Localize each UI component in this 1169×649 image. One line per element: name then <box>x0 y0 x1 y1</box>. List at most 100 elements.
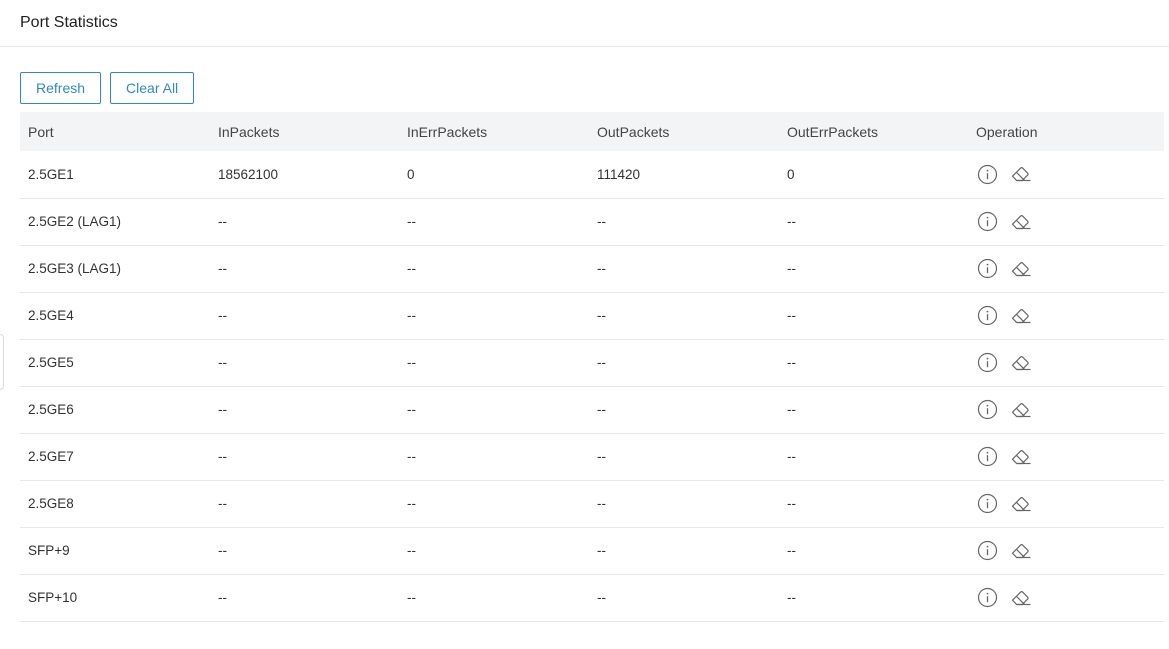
eraser-icon[interactable] <box>1010 163 1032 185</box>
table-row: 2.5GE6 -- -- -- -- <box>20 386 1164 434</box>
cell-port: 2.5GE3 (LAG1) <box>20 245 210 293</box>
column-header-outpackets: OutPackets <box>589 112 779 151</box>
table-header-row: Port InPackets InErrPackets OutPackets O… <box>20 112 1164 151</box>
cell-port: 2.5GE4 <box>20 292 210 340</box>
cell-inpackets: -- <box>210 245 399 293</box>
eraser-icon[interactable] <box>1010 305 1032 327</box>
cell-inerrpackets: -- <box>399 527 589 575</box>
cell-inerrpackets: -- <box>399 386 589 434</box>
cell-inpackets: -- <box>210 386 399 434</box>
info-icon[interactable] <box>976 163 998 185</box>
page-header: Port Statistics <box>0 0 1169 47</box>
cell-inerrpackets: -- <box>399 245 589 293</box>
cell-inerrpackets: -- <box>399 292 589 340</box>
table-row: 2.5GE3 (LAG1) -- -- -- -- <box>20 245 1164 293</box>
column-header-outerrpackets: OutErrPackets <box>779 112 968 151</box>
cell-outerrpackets: 0 <box>779 151 968 199</box>
cell-port: 2.5GE6 <box>20 386 210 434</box>
eraser-icon[interactable] <box>1010 540 1032 562</box>
page-title: Port Statistics <box>20 14 118 31</box>
cell-inerrpackets: -- <box>399 339 589 387</box>
side-collapse-handle[interactable] <box>0 334 4 390</box>
cell-inerrpackets: -- <box>399 198 589 246</box>
refresh-button[interactable]: Refresh <box>20 72 102 104</box>
cell-inpackets: -- <box>210 339 399 387</box>
cell-operation <box>968 386 1164 434</box>
info-icon[interactable] <box>976 352 998 374</box>
cell-outpackets: -- <box>589 574 779 622</box>
cell-operation <box>968 292 1164 340</box>
cell-outpackets: -- <box>589 292 779 340</box>
eraser-icon[interactable] <box>1010 258 1032 280</box>
info-icon[interactable] <box>976 493 998 515</box>
cell-inerrpackets: -- <box>399 433 589 481</box>
cell-port: 2.5GE2 (LAG1) <box>20 198 210 246</box>
cell-port: 2.5GE8 <box>20 480 210 528</box>
cell-port: SFP+9 <box>20 527 210 575</box>
cell-outerrpackets: -- <box>779 198 968 246</box>
cell-outerrpackets: -- <box>779 292 968 340</box>
cell-inpackets: -- <box>210 527 399 575</box>
port-statistics-table: Port InPackets InErrPackets OutPackets O… <box>20 112 1164 622</box>
cell-outpackets: -- <box>589 386 779 434</box>
column-header-inerrpackets: InErrPackets <box>399 112 589 151</box>
cell-outerrpackets: -- <box>779 527 968 575</box>
eraser-icon[interactable] <box>1010 352 1032 374</box>
cell-operation <box>968 245 1164 293</box>
cell-outpackets: -- <box>589 480 779 528</box>
cell-outpackets: -- <box>589 527 779 575</box>
info-icon[interactable] <box>976 399 998 421</box>
table-row: 2.5GE8 -- -- -- -- <box>20 480 1164 528</box>
column-header-inpackets: InPackets <box>210 112 399 151</box>
cell-port: 2.5GE7 <box>20 433 210 481</box>
cell-operation <box>968 527 1164 575</box>
table-row: 2.5GE5 -- -- -- -- <box>20 339 1164 387</box>
info-icon[interactable] <box>976 211 998 233</box>
cell-inpackets: -- <box>210 198 399 246</box>
cell-operation <box>968 198 1164 246</box>
info-icon[interactable] <box>976 540 998 562</box>
cell-operation <box>968 480 1164 528</box>
cell-operation <box>968 151 1164 199</box>
cell-port: 2.5GE1 <box>20 151 210 199</box>
column-header-operation: Operation <box>968 112 1164 151</box>
eraser-icon[interactable] <box>1010 493 1032 515</box>
cell-port: SFP+10 <box>20 574 210 622</box>
table-row: SFP+9 -- -- -- -- <box>20 527 1164 575</box>
table-row: 2.5GE7 -- -- -- -- <box>20 433 1164 481</box>
table-row: 2.5GE2 (LAG1) -- -- -- -- <box>20 198 1164 246</box>
cell-inerrpackets: -- <box>399 480 589 528</box>
cell-outpackets: -- <box>589 245 779 293</box>
eraser-icon[interactable] <box>1010 211 1032 233</box>
cell-operation <box>968 433 1164 481</box>
eraser-icon[interactable] <box>1010 399 1032 421</box>
info-icon[interactable] <box>976 305 998 327</box>
column-header-port: Port <box>20 112 210 151</box>
cell-outerrpackets: -- <box>779 480 968 528</box>
cell-inpackets: 18562100 <box>210 151 399 199</box>
info-icon[interactable] <box>976 446 998 468</box>
cell-operation <box>968 574 1164 622</box>
cell-port: 2.5GE5 <box>20 339 210 387</box>
cell-outpackets: -- <box>589 339 779 387</box>
cell-operation <box>968 339 1164 387</box>
cell-outpackets: -- <box>589 198 779 246</box>
eraser-icon[interactable] <box>1010 446 1032 468</box>
clear-all-button[interactable]: Clear All <box>110 72 195 104</box>
info-icon[interactable] <box>976 258 998 280</box>
port-statistics-page: Port Statistics Refresh Clear All Port I… <box>0 0 1169 649</box>
table-body: 2.5GE1 18562100 0 111420 0 2.5GE2 (LAG1)… <box>20 151 1164 622</box>
cell-outerrpackets: -- <box>779 433 968 481</box>
cell-inpackets: -- <box>210 574 399 622</box>
cell-inpackets: -- <box>210 292 399 340</box>
cell-inpackets: -- <box>210 480 399 528</box>
cell-inerrpackets: 0 <box>399 151 589 199</box>
cell-outpackets: 111420 <box>589 151 779 199</box>
info-icon[interactable] <box>976 587 998 609</box>
table-row: SFP+10 -- -- -- -- <box>20 574 1164 622</box>
cell-inpackets: -- <box>210 433 399 481</box>
cell-outerrpackets: -- <box>779 245 968 293</box>
cell-outerrpackets: -- <box>779 386 968 434</box>
eraser-icon[interactable] <box>1010 587 1032 609</box>
toolbar: Refresh Clear All <box>20 72 195 104</box>
